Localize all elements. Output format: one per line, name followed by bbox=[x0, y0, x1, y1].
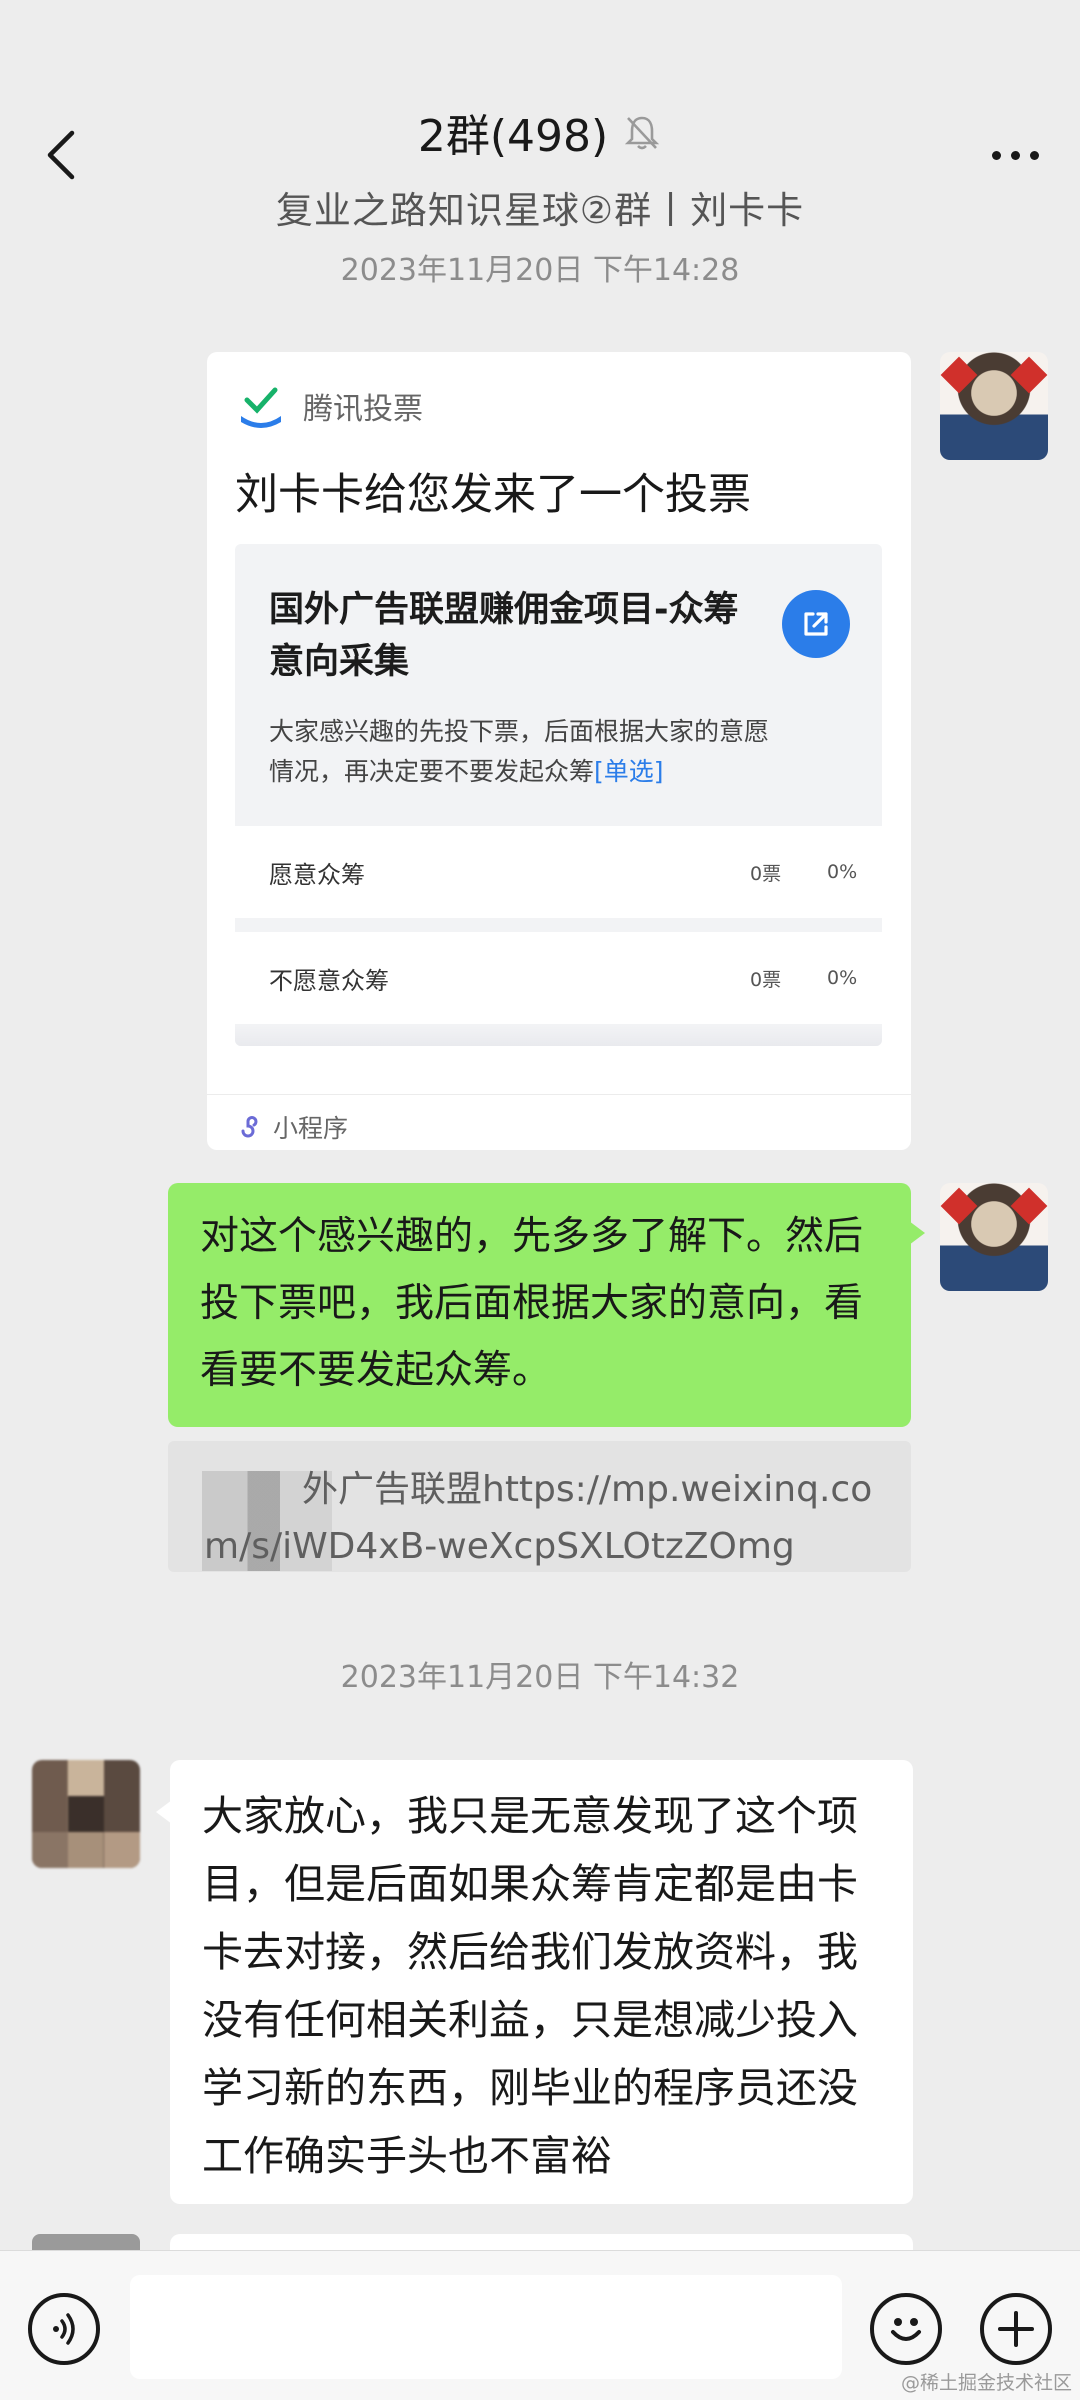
card-source: 腾讯投票 bbox=[237, 382, 423, 430]
vote-title: 国外广告联盟赚佣金项目-众筹意向采集 bbox=[269, 590, 739, 682]
chat-title[interactable]: 2群(498) bbox=[418, 100, 662, 164]
tencent-vote-logo-icon bbox=[241, 387, 281, 428]
vote-option-count: 0票 bbox=[750, 968, 782, 991]
voice-icon bbox=[53, 2313, 75, 2345]
card-divider bbox=[207, 1094, 911, 1095]
chat-subtitle: 复业之路知识星球②群丨刘卡卡 bbox=[275, 189, 805, 232]
watermark: @稀土掘金技术社区 bbox=[900, 2372, 1072, 2394]
vote-option-label: 愿意众筹 bbox=[269, 860, 365, 889]
member-avatar[interactable] bbox=[32, 1760, 140, 1868]
voice-button[interactable] bbox=[28, 2293, 100, 2365]
vote-preview: 国外广告联盟赚佣金项目-众筹意向采集 大家感兴趣的先投下票，后面根据大家的意愿情… bbox=[235, 544, 882, 1046]
emoji-icon bbox=[891, 2318, 921, 2341]
vote-option-percent: 0% bbox=[827, 967, 858, 989]
more-options-button[interactable] bbox=[980, 130, 1050, 180]
vote-description: 大家感兴趣的先投下票，后面根据大家的意愿情况，再决定要不要发起众筹[单选] bbox=[269, 717, 770, 786]
vote-type-tag: [单选] bbox=[594, 757, 664, 786]
card-footer: 小程序 bbox=[237, 1109, 348, 1145]
mini-program-icon bbox=[241, 1116, 258, 1138]
external-link-icon bbox=[804, 612, 828, 636]
message-timestamp: 2023年11月20日 下午14:32 bbox=[340, 1660, 740, 1695]
card-footer-label: 小程序 bbox=[273, 1114, 349, 1143]
message-input[interactable] bbox=[130, 2275, 842, 2379]
vote-miniprogram-card[interactable]: 腾讯投票 刘卡卡给您发来了一个投票 国外广告联盟赚佣金项目-众筹意向采集 大家感… bbox=[207, 352, 911, 1150]
chat-title-text: 2群(498) bbox=[417, 111, 609, 162]
open-vote-button[interactable] bbox=[782, 590, 850, 658]
vote-option-percent: 0% bbox=[827, 861, 858, 883]
received-message-bubble[interactable]: 大家放心，我只是无意发现了这个项目，但是后面如果众筹肯定都是由卡卡去对接，然后给… bbox=[156, 1760, 913, 2204]
card-title: 刘卡卡给您发来了一个投票 bbox=[235, 470, 751, 520]
plus-button[interactable] bbox=[980, 2293, 1052, 2365]
vote-option-label: 不愿意众筹 bbox=[269, 966, 389, 995]
more-dots-icon bbox=[991, 150, 1001, 160]
vote-option[interactable]: 愿意众筹 0票 0% bbox=[235, 826, 882, 918]
emoji-button[interactable] bbox=[870, 2293, 942, 2365]
self-avatar[interactable] bbox=[940, 352, 1048, 460]
vote-option-count: 0票 bbox=[750, 862, 782, 885]
self-avatar[interactable] bbox=[940, 1183, 1048, 1291]
message-timestamp: 2023年11月20日 下午14:28 bbox=[340, 253, 740, 288]
sent-message-bubble[interactable]: 对这个感兴趣的，先多多了解下。然后投下票吧，我后面根据大家的意向，看看要不要发起… bbox=[168, 1183, 925, 1427]
quoted-message[interactable]: 外广告联盟https://mp.weixinq.com/s/iWD4xB-weX… bbox=[168, 1441, 911, 1572]
plus-icon bbox=[998, 2311, 1034, 2347]
bell-off-icon bbox=[625, 116, 660, 150]
vote-option[interactable]: 不愿意众筹 0票 0% bbox=[235, 932, 882, 1024]
vote-footer-fade bbox=[235, 1026, 882, 1046]
card-source-label: 腾讯投票 bbox=[303, 392, 423, 427]
chat-header: 2群(498) 复业之路知识星球②群丨刘卡卡 bbox=[0, 0, 1080, 232]
